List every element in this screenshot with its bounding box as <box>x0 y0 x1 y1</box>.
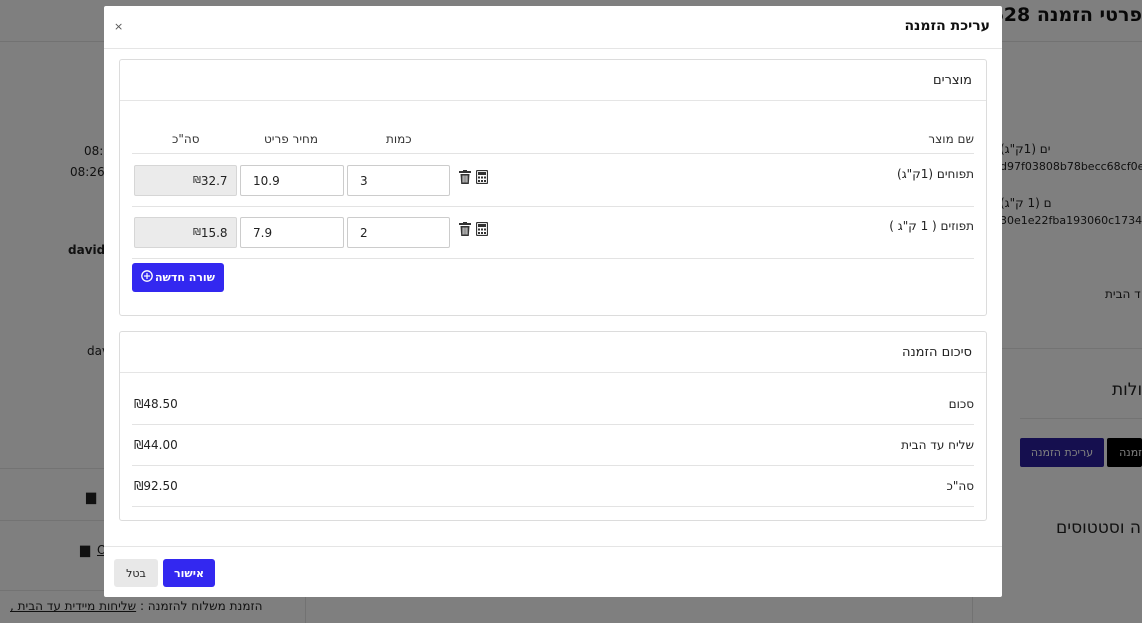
products-card-header: מוצרים <box>120 60 986 101</box>
plus-circle-icon <box>141 270 153 285</box>
quantity-input[interactable] <box>347 217 450 248</box>
column-header-unit-price: מחיר פריט <box>264 132 318 146</box>
summary-card-header: סיכום הזמנה <box>120 332 986 373</box>
row-total-value: 15.8 <box>200 225 228 240</box>
modal-footer: אישור בטל <box>104 546 1002 597</box>
row-total-field: ₪ 32.7 <box>134 165 237 196</box>
summary-value: ₪44.00 <box>134 438 178 452</box>
summary-value: ₪92.50 <box>134 479 178 493</box>
unit-price-input[interactable] <box>240 217 344 248</box>
summary-label: סכום <box>948 397 974 411</box>
summary-row: סכום ₪48.50 <box>132 384 974 425</box>
trash-icon[interactable] <box>458 221 472 237</box>
currency-symbol: ₪ <box>193 175 201 186</box>
add-row-label: שורה חדשה <box>154 271 216 284</box>
summary-label: סה"כ <box>946 479 975 493</box>
cancel-button[interactable]: בטל <box>114 559 158 587</box>
product-name: תפוזים ( 1 ק"ג ) <box>889 219 974 233</box>
confirm-button[interactable]: אישור <box>163 559 215 587</box>
summary-label: שליח עד הבית <box>901 438 974 452</box>
column-header-name: שם מוצר <box>928 132 974 146</box>
quantity-input[interactable] <box>347 165 450 196</box>
row-total-value: 32.7 <box>200 173 228 188</box>
modal-header: עריכת הזמנה × <box>104 6 1002 49</box>
close-icon[interactable]: × <box>114 20 123 33</box>
modal-title: עריכת הזמנה <box>904 18 990 34</box>
currency-symbol: ₪ <box>193 227 201 238</box>
table-row: תפוחים (1ק"ג) ₪32.7 <box>132 155 974 207</box>
products-card: מוצרים שם מוצר כמות מחיר פריט סה"כ תפוחי… <box>119 59 987 316</box>
products-table-header: שם מוצר כמות מחיר פריט סה"כ <box>132 126 974 154</box>
row-total-field: ₪ 15.8 <box>134 217 237 248</box>
unit-price-input[interactable] <box>240 165 344 196</box>
summary-row: סה"כ ₪92.50 <box>132 466 974 507</box>
calculator-icon[interactable] <box>475 221 489 237</box>
column-header-total: סה"כ <box>172 132 200 146</box>
column-header-quantity: כמות <box>386 132 412 146</box>
product-name: תפוחים (1ק"ג) <box>897 167 974 181</box>
trash-icon[interactable] <box>458 169 472 185</box>
order-summary-card: סיכום הזמנה סכום ₪48.50 שליח עד הבית ₪44… <box>119 331 987 521</box>
summary-value: ₪48.50 <box>134 397 178 411</box>
edit-order-modal: עריכת הזמנה × מוצרים שם מוצר כמות מחיר פ… <box>104 6 1002 597</box>
summary-title: סיכום הזמנה <box>901 345 972 360</box>
add-row-button[interactable]: שורה חדשה <box>132 263 224 292</box>
summary-row: שליח עד הבית ₪44.00 <box>132 425 974 466</box>
calculator-icon[interactable] <box>475 169 489 185</box>
products-title: מוצרים <box>933 73 972 88</box>
table-row: תפוזים ( 1 ק"ג ) ₪15.8 <box>132 207 974 259</box>
